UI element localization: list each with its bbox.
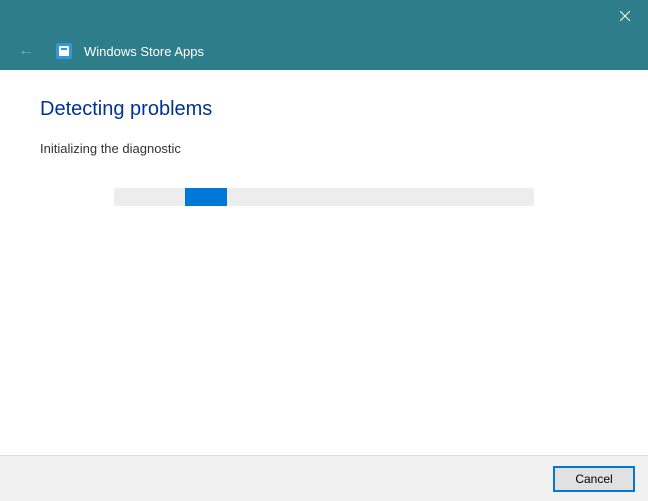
titlebar: [0, 0, 648, 32]
progress-container: [40, 188, 608, 206]
header-title: Windows Store Apps: [84, 44, 204, 59]
cancel-button[interactable]: Cancel: [554, 467, 634, 491]
back-arrow-icon: ←: [12, 38, 40, 64]
content-area: Detecting problems Initializing the diag…: [0, 70, 648, 455]
store-icon: [56, 43, 72, 59]
status-text: Initializing the diagnostic: [40, 141, 608, 156]
close-icon: [620, 11, 630, 21]
header-bar: ← Windows Store Apps: [0, 32, 648, 70]
page-heading: Detecting problems: [40, 98, 608, 121]
progress-bar: [114, 188, 534, 206]
close-button[interactable]: [602, 0, 648, 32]
footer-bar: Cancel: [0, 455, 648, 501]
progress-chunk: [185, 188, 227, 206]
